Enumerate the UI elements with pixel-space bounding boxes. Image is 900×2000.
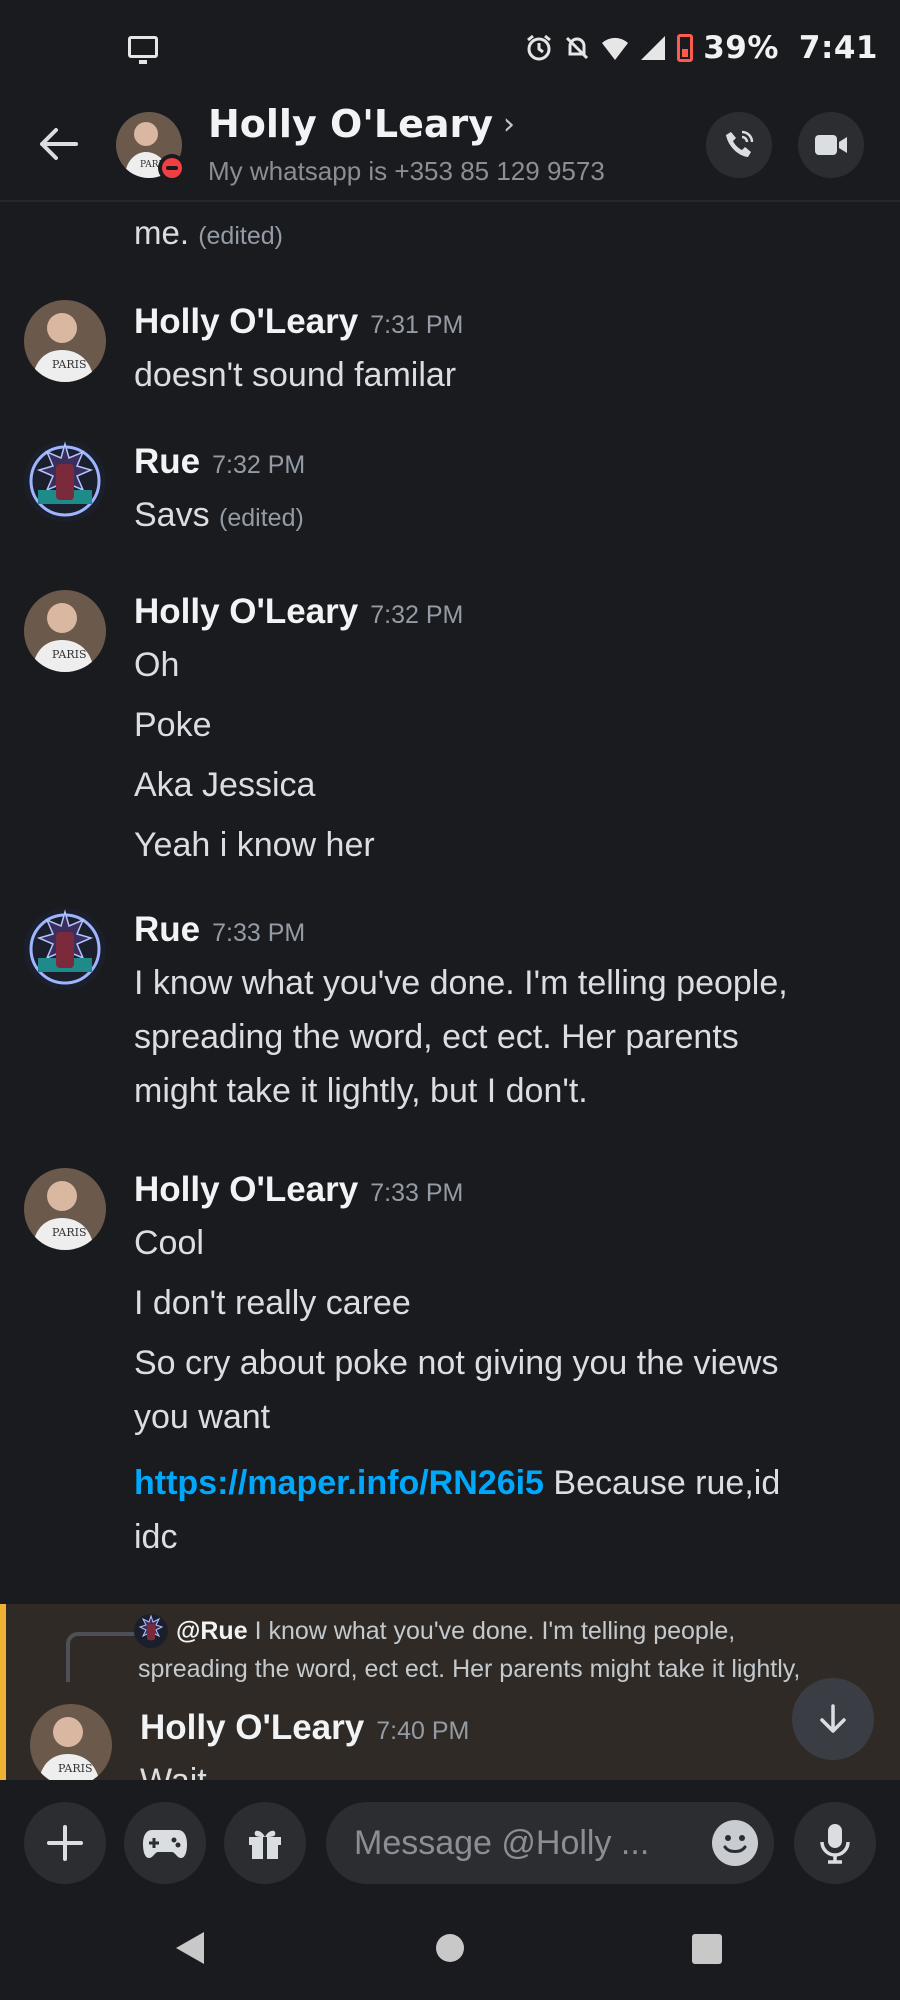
author-name[interactable]: Holly O'Leary 7:31 PM (134, 302, 463, 342)
dnd-status-icon (158, 154, 186, 182)
message-text: idc (134, 1518, 178, 1556)
gift-icon (249, 1830, 281, 1859)
message-text: Yeah i know her (134, 826, 375, 864)
author-name[interactable]: Holly O'Leary 7:40 PM (140, 1708, 469, 1748)
nav-back-icon[interactable] (176, 1932, 204, 1964)
author-name[interactable]: Holly O'Leary 7:32 PM (134, 592, 463, 632)
battery-percent: 39% (703, 30, 779, 66)
message-text: Aka Jessica (134, 766, 316, 804)
jump-to-bottom-button[interactable] (792, 1678, 874, 1760)
highlighted-reply-message: @Rue I know what you've done. I'm tellin… (0, 1604, 900, 1780)
timestamp: 7:32 PM (370, 601, 464, 629)
avatar[interactable]: PARIS (24, 590, 106, 672)
timestamp: 7:33 PM (370, 1179, 464, 1207)
add-attachment-button[interactable] (24, 1802, 106, 1884)
message-text: I don't really caree (134, 1284, 411, 1322)
reply-mention: @Rue (176, 1617, 248, 1645)
status-bar: 39% 7:41 (0, 0, 900, 100)
message-input-container (326, 1802, 774, 1884)
video-icon (815, 135, 847, 155)
microphone-icon (820, 1824, 850, 1864)
message-text: Poke (134, 706, 212, 744)
author-name-text: Holly O'Leary (134, 302, 359, 341)
gift-button[interactable] (224, 1802, 306, 1884)
signal-icon (641, 36, 666, 60)
message-text: Savs (edited) (134, 488, 304, 545)
emoji-button[interactable] (712, 1820, 758, 1866)
message-text: https://maper.info/RN26i5 Because rue,id (134, 1456, 780, 1510)
message-text: spreading the word, ect ect. Her parents (134, 1018, 739, 1056)
call-button[interactable] (706, 112, 772, 178)
alarm-icon (527, 34, 552, 61)
svg-text:PARIS: PARIS (52, 648, 87, 661)
message-list[interactable]: me. (edited) PARIS Holly O'Leary 7:31 PM … (0, 204, 900, 1780)
message-text: Oh (134, 646, 180, 684)
timestamp: 7:33 PM (212, 919, 306, 947)
message-text: you want (134, 1398, 271, 1436)
svg-text:PARIS: PARIS (58, 1762, 93, 1775)
message-text: I know what you've done. I'm telling peo… (134, 964, 788, 1002)
reply-preview-text: I know what you've done. I'm telling peo… (254, 1617, 736, 1645)
message-text: So cry about poke not giving you the vie… (134, 1344, 779, 1382)
author-name[interactable]: Rue 7:32 PM (134, 442, 305, 482)
avatar[interactable]: PARIS (24, 300, 106, 382)
nav-home-icon[interactable] (436, 1934, 464, 1962)
chevron-right-icon: › (503, 106, 516, 142)
chevron-down-icon (820, 1704, 846, 1733)
voice-message-button[interactable] (794, 1802, 876, 1884)
plus-icon (47, 1825, 83, 1861)
mute-bell-icon (566, 36, 589, 60)
system-navigation-bar (0, 1900, 900, 2000)
author-name-text: Holly O'Leary (134, 592, 359, 631)
activities-button[interactable] (124, 1802, 206, 1884)
author-name-text: Holly O'Leary (140, 1708, 365, 1747)
reply-connector (66, 1632, 136, 1682)
gamepad-icon (143, 1830, 187, 1858)
status-indicators: 39% 7:41 (525, 26, 878, 70)
reply-preview[interactable]: @Rue I know what you've done. I'm tellin… (138, 1612, 876, 1683)
clock: 7:41 (798, 30, 878, 66)
timestamp: 7:40 PM (376, 1717, 470, 1745)
author-name-text: Rue (134, 442, 201, 481)
svg-text:PARIS: PARIS (52, 1226, 87, 1239)
avatar[interactable]: PARIS (30, 1704, 112, 1780)
contact-name-text: Holly O'Leary (208, 102, 494, 146)
reply-avatar (134, 1614, 168, 1648)
custom-status: My whatsapp is +353 85 129 9573 (208, 156, 605, 186)
nav-recents-icon[interactable] (692, 1934, 722, 1964)
message-link[interactable]: https://maper.info/RN26i5 (134, 1464, 544, 1502)
edited-label: (edited) (219, 504, 304, 532)
timestamp: 7:32 PM (212, 451, 306, 479)
message-text-body: Because rue,id (543, 1464, 781, 1502)
phone-icon (726, 130, 754, 157)
avatar[interactable] (24, 908, 106, 990)
chat-header: PARIS Holly O'Leary › My whatsapp is +35… (0, 100, 900, 202)
author-name[interactable]: Holly O'Leary 7:33 PM (134, 1170, 463, 1210)
message-text: doesn't sound familar (134, 356, 457, 394)
edited-label: (edited) (198, 222, 283, 250)
author-name-text: Holly O'Leary (134, 1170, 359, 1209)
screen-cast-icon (128, 36, 158, 64)
message-text: might take it lightly, but I don't. (134, 1072, 588, 1110)
battery-icon (677, 34, 694, 62)
wifi-icon (602, 37, 629, 60)
avatar[interactable] (24, 440, 106, 522)
message-text: Wait (140, 1754, 207, 1780)
message-input[interactable] (354, 1802, 684, 1884)
author-name[interactable]: Rue 7:33 PM (134, 910, 305, 950)
avatar[interactable]: PARIS (24, 1168, 106, 1250)
svg-text:PARIS: PARIS (52, 358, 87, 371)
message-fragment: me. (edited) (134, 214, 283, 252)
message-text: me. (134, 214, 190, 251)
back-arrow-icon[interactable] (36, 122, 80, 166)
author-name-text: Rue (134, 910, 201, 949)
contact-name[interactable]: Holly O'Leary › (208, 102, 515, 146)
timestamp: 7:31 PM (370, 311, 464, 339)
message-text: Cool (134, 1224, 204, 1262)
reply-preview-text: spreading the word, ect ect. Her parents… (138, 1655, 801, 1683)
video-call-button[interactable] (798, 112, 864, 178)
emoji-icon (723, 1835, 747, 1853)
message-composer (0, 1782, 900, 1900)
message-text-body: Savs (134, 496, 210, 534)
